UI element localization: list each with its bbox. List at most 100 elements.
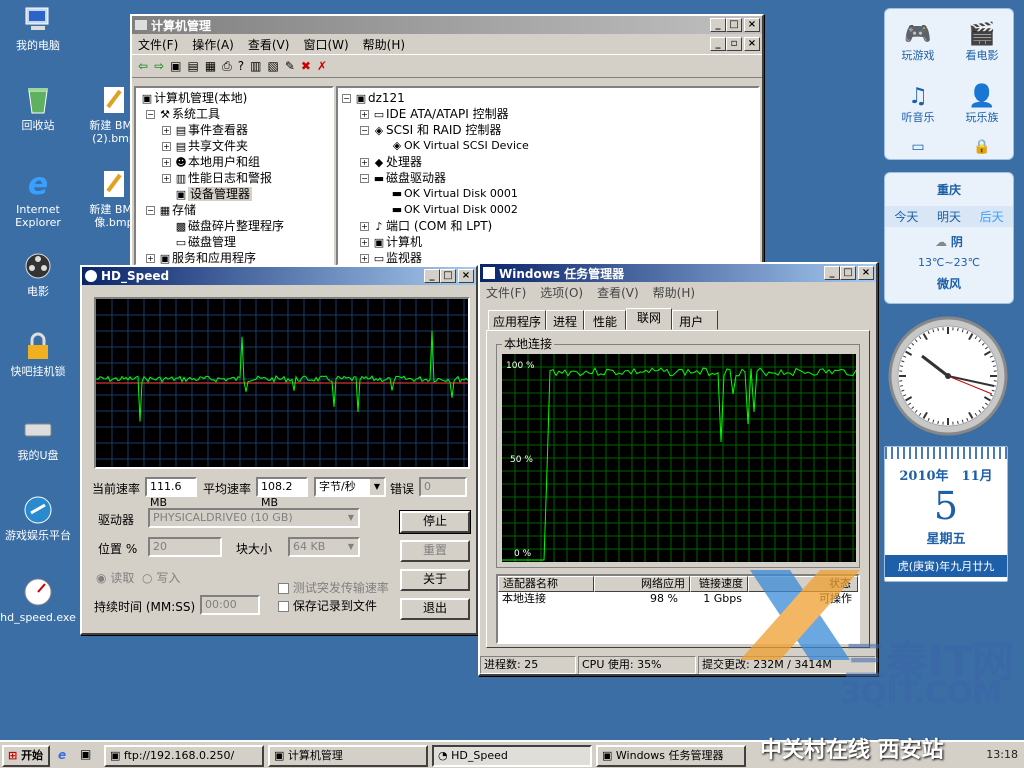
chevron-down-icon[interactable]: ▼: [370, 479, 384, 495]
tab-users[interactable]: 用户: [672, 310, 719, 330]
tab-networking[interactable]: 联网: [626, 308, 673, 330]
expand-icon[interactable]: +: [360, 110, 369, 119]
desktop-icon-usb[interactable]: 我的U盘: [0, 414, 76, 462]
collapse-icon[interactable]: −: [146, 110, 155, 119]
about-button[interactable]: 关于: [400, 569, 470, 591]
tree-item[interactable]: − ▦ 存储: [136, 202, 332, 218]
close-button[interactable]: ×: [858, 266, 874, 280]
menu-file[interactable]: 文件(F): [486, 284, 526, 301]
tree-item[interactable]: + ▤ 共享文件夹: [136, 138, 332, 154]
taskbar-item-hdspeed[interactable]: ◔ HD_Speed: [432, 745, 592, 767]
show-tree-icon[interactable]: ▤: [187, 59, 198, 73]
collapse-icon[interactable]: −: [146, 206, 155, 215]
desktop-icon-my-computer[interactable]: 我的电脑: [0, 4, 76, 52]
tab-performance[interactable]: 性能: [584, 310, 627, 330]
write-radio[interactable]: ○ 写入: [142, 569, 180, 586]
computer-management-window[interactable]: 计算机管理 _ □ × 文件(F) 操作(A) 查看(V) 窗口(W) 帮助(H…: [130, 14, 764, 268]
child-minimize-button[interactable]: _: [710, 37, 726, 51]
tab-applications[interactable]: 应用程序: [488, 310, 547, 330]
tree-item[interactable]: ▬ OK Virtual Disk 0001: [338, 186, 758, 202]
expand-icon[interactable]: +: [360, 254, 369, 263]
close-button[interactable]: ×: [458, 269, 474, 283]
print-icon[interactable]: ⎙: [222, 59, 232, 74]
tree-item-selected[interactable]: ▣ 设备管理器: [136, 186, 332, 202]
maximize-button[interactable]: □: [840, 266, 856, 280]
hdspeed-window[interactable]: HD_Speed _ □ × 当前速率 111.6 MB 平均速率 108.2 …: [80, 265, 478, 635]
chevron-down-icon[interactable]: ▼: [344, 510, 358, 526]
listen-music-button[interactable]: ♫ 听音乐: [887, 73, 949, 135]
tree-item[interactable]: + ☻本地用户和组: [136, 154, 332, 170]
taskbar-item-taskmgr[interactable]: ▣ Windows 任务管理器: [596, 745, 746, 767]
tree-item[interactable]: + ▤ 事件查看器: [136, 122, 332, 138]
desktop-quicklaunch-icon[interactable]: ▣: [80, 747, 91, 761]
tab-processes[interactable]: 进程: [546, 310, 585, 330]
collapse-icon[interactable]: −: [360, 126, 369, 135]
title-bar[interactable]: Windows 任务管理器 _ □ ×: [480, 264, 876, 282]
menu-window[interactable]: 窗口(W): [303, 36, 348, 53]
burst-checkbox[interactable]: 测试突发传输速率: [278, 579, 389, 596]
minimize-button[interactable]: _: [424, 269, 440, 283]
forward-arrow-icon[interactable]: ⇨: [154, 59, 164, 73]
menu-view[interactable]: 查看(V): [248, 36, 290, 53]
tree-item[interactable]: + ▣ 服务和应用程序: [136, 250, 332, 264]
play-games-button[interactable]: 🎮 玩游戏: [887, 11, 949, 73]
menu-view[interactable]: 查看(V): [597, 284, 639, 301]
tab-today[interactable]: 今天: [894, 208, 918, 225]
exit-button[interactable]: 退出: [400, 598, 470, 620]
disable-icon[interactable]: ✗: [317, 59, 327, 73]
taskbar-item-ftp[interactable]: ▣ ftp://192.168.0.250/: [104, 745, 264, 767]
menu-action[interactable]: 操作(A): [192, 36, 234, 53]
menu-options[interactable]: 选项(O): [540, 284, 583, 301]
help-icon[interactable]: ?: [238, 59, 244, 73]
close-button[interactable]: ×: [744, 18, 760, 32]
tree-item[interactable]: ▬ OK Virtual Disk 0002: [338, 202, 758, 218]
device-tree[interactable]: − ▣ dz121 + ▭ IDE ATA/ATAPI 控制器 − ◈ SCSI 和 RAI…: [336, 86, 760, 266]
tree-item[interactable]: ◈ OK Virtual SCSI Device: [338, 138, 758, 154]
col-utilization[interactable]: 网络应用: [594, 576, 690, 592]
tree-item[interactable]: − ▬ 磁盘驱动器: [338, 170, 758, 186]
tree-item[interactable]: + ◆ 处理器: [338, 154, 758, 170]
tab-tomorrow[interactable]: 明天: [937, 208, 961, 225]
col-adapter[interactable]: 适配器名称: [498, 576, 594, 592]
minimize-button[interactable]: _: [824, 266, 840, 280]
reset-button[interactable]: 重置: [400, 540, 470, 562]
maximize-button[interactable]: □: [440, 269, 456, 283]
collapse-icon[interactable]: −: [360, 174, 369, 183]
desktop-icon-ie[interactable]: e Internet Explorer: [0, 168, 76, 229]
tree-item[interactable]: ▣ 计算机管理(本地): [136, 90, 332, 106]
chevron-down-icon[interactable]: ▼: [344, 539, 358, 555]
desktop-icon-hdspeed[interactable]: hd_speed.exe: [0, 576, 76, 624]
child-close-button[interactable]: ×: [744, 37, 760, 51]
fun-group-button[interactable]: 👤 玩乐族: [951, 73, 1013, 135]
read-radio[interactable]: ◉ 读取: [96, 569, 134, 586]
child-restore-button[interactable]: ▫: [726, 37, 742, 51]
save-log-checkbox[interactable]: 保存记录到文件: [278, 597, 377, 614]
minimize-button[interactable]: _: [710, 18, 726, 32]
uninstall-icon[interactable]: ✖: [301, 59, 311, 73]
tree-item[interactable]: + ♪ 端口 (COM 和 LPT): [338, 218, 758, 234]
tree-item[interactable]: + ▭ IDE ATA/ATAPI 控制器: [338, 106, 758, 122]
lock-button[interactable]: 🔒: [951, 135, 1013, 159]
watch-movies-button[interactable]: 🎬 看电影: [951, 11, 1013, 73]
system-tray-clock[interactable]: 13:18: [986, 748, 1018, 761]
expand-icon[interactable]: +: [162, 142, 171, 151]
view-icon[interactable]: ▥: [250, 59, 261, 73]
expand-icon[interactable]: +: [162, 126, 171, 135]
expand-icon[interactable]: +: [360, 158, 369, 167]
title-bar[interactable]: 计算机管理 _ □ ×: [132, 16, 762, 34]
tree-item[interactable]: ▭ 磁盘管理: [136, 234, 332, 250]
tree-item[interactable]: − ◈ SCSI 和 RAID 控制器: [338, 122, 758, 138]
desktop-icon-recycle-bin[interactable]: 回收站: [0, 84, 76, 132]
tree-item[interactable]: − ⚒ 系统工具: [136, 106, 332, 122]
taskbar-item-compmgmt[interactable]: ▣ 计算机管理: [268, 745, 428, 767]
properties-icon[interactable]: ▦: [205, 59, 216, 73]
desktop-button[interactable]: ▭: [887, 135, 949, 159]
maximize-button[interactable]: □: [726, 18, 742, 32]
unit-select[interactable]: 字节/秒 ▼: [314, 477, 386, 497]
tree-item[interactable]: − ▣ dz121: [338, 90, 758, 106]
menu-help[interactable]: 帮助(H): [363, 36, 405, 53]
tree-item[interactable]: ▩ 磁盘碎片整理程序: [136, 218, 332, 234]
drive-select[interactable]: PHYSICALDRIVE0 (10 GB) ▼: [148, 508, 360, 528]
desktop-icon-game-platform[interactable]: 游戏娱乐平台: [0, 494, 76, 542]
start-button[interactable]: ⊞ 开始: [2, 745, 50, 767]
